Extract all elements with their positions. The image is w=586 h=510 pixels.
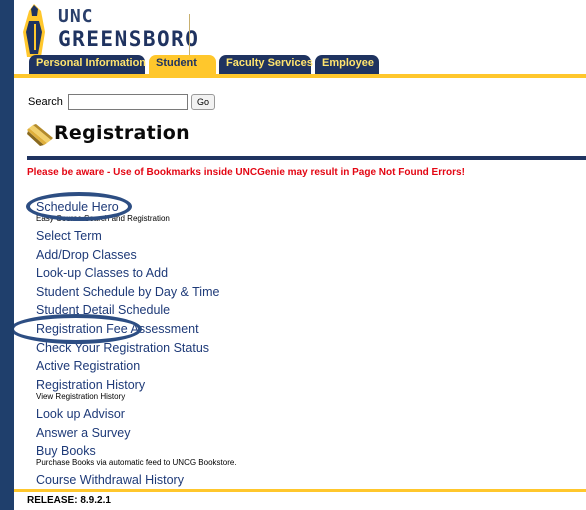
logo-greensboro-text: GREENSBORO [58, 27, 200, 51]
tab-employee[interactable]: Employee [315, 55, 379, 74]
menu-link-lookup-classes[interactable]: Look-up Classes to Add [36, 266, 168, 280]
search-label: Search [28, 96, 63, 108]
tab-personal-information[interactable]: Personal Information [29, 55, 146, 74]
tab-student[interactable]: Student [149, 55, 216, 75]
menu-link-active-registration[interactable]: Active Registration [36, 359, 140, 373]
menu-link-schedule-by-day-time[interactable]: Student Schedule by Day & Time [36, 285, 219, 299]
footer-rule [14, 489, 586, 492]
menu-link-add-drop-classes[interactable]: Add/Drop Classes [36, 248, 137, 262]
logo-divider [189, 14, 190, 58]
menu-desc-registration-history: View Registration History [36, 392, 126, 401]
menu-desc-schedule-hero: Easy Course Search and Registration [36, 214, 170, 223]
menu-link-withdrawal-history[interactable]: Course Withdrawal History [36, 473, 184, 487]
page-title: Registration [54, 122, 190, 144]
menu-link-registration-history[interactable]: Registration History [36, 378, 145, 392]
menu-link-schedule-hero[interactable]: Schedule Hero [36, 200, 119, 214]
tab-faculty-services[interactable]: Faculty Services [219, 55, 313, 74]
search-input[interactable] [68, 94, 188, 110]
menu-link-registration-status[interactable]: Check Your Registration Status [36, 341, 209, 355]
uncg-logo[interactable]: UNC GREENSBORO [18, 2, 198, 58]
menu-link-fee-assessment[interactable]: Registration Fee Assessment [36, 322, 199, 336]
bookmark-warning: Please be aware - Use of Bookmarks insid… [27, 167, 465, 178]
pencil-icon [27, 124, 53, 146]
menu-link-detail-schedule[interactable]: Student Detail Schedule [36, 303, 170, 317]
title-underline [27, 156, 586, 160]
menu-link-lookup-advisor[interactable]: Look up Advisor [36, 407, 125, 421]
menu-link-answer-survey[interactable]: Answer a Survey [36, 426, 130, 440]
menu-link-buy-books[interactable]: Buy Books [36, 444, 96, 458]
go-button[interactable]: Go [191, 94, 215, 110]
tab-underline [14, 74, 586, 78]
minerva-statue-icon [23, 4, 45, 57]
menu-link-select-term[interactable]: Select Term [36, 229, 102, 243]
menu-desc-buy-books: Purchase Books via automatic feed to UNC… [36, 458, 237, 467]
release-version: RELEASE: 8.9.2.1 [27, 495, 111, 506]
logo-unc-text: UNC [58, 6, 94, 27]
page-container: UNC GREENSBORO Personal Information Stud… [14, 0, 586, 510]
